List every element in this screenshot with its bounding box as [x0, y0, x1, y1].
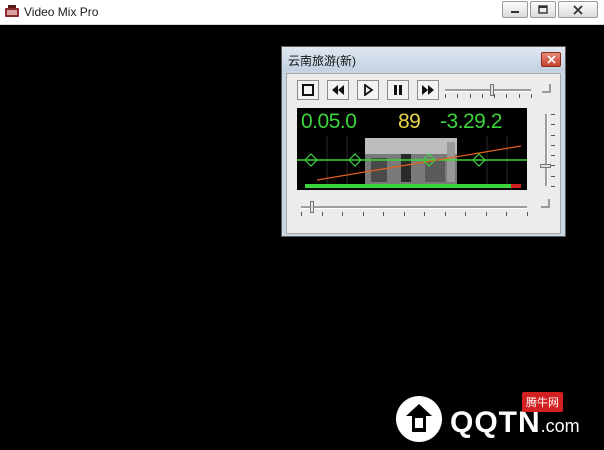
slider-tick	[362, 212, 364, 216]
waveform-timeline	[297, 136, 527, 188]
slider-tick	[481, 94, 483, 98]
slider-tick	[444, 212, 446, 216]
stop-button[interactable]	[297, 80, 319, 100]
slider-tick	[445, 94, 446, 98]
slider-tick	[465, 212, 467, 216]
slider-tick	[469, 94, 471, 98]
slider-tick	[551, 165, 555, 167]
pause-icon	[394, 85, 402, 95]
close-button[interactable]	[558, 1, 598, 18]
rewind-icon	[332, 85, 344, 95]
corner-grip-top	[542, 84, 551, 93]
minimize-button[interactable]	[502, 1, 528, 18]
slider-tick	[506, 212, 508, 216]
corner-grip-bottom	[541, 199, 550, 208]
slider-tick	[551, 114, 555, 115]
slider-tick	[457, 94, 459, 98]
minimize-icon	[511, 10, 519, 13]
play-button[interactable]	[357, 80, 379, 100]
player-body: 0.05.0 89 -3.29.2	[286, 73, 561, 234]
slider-tick	[301, 212, 302, 216]
watermark: QQTN.com 腾牛网	[384, 392, 594, 444]
slider-tick	[424, 212, 426, 216]
slider-tick	[527, 212, 528, 216]
watermark-suffix: .com	[540, 416, 580, 436]
play-icon	[364, 84, 374, 96]
bull-icon	[406, 404, 432, 432]
slider-tick	[551, 155, 555, 157]
title-bar: Video Mix Pro	[0, 0, 604, 25]
rewind-button[interactable]	[327, 80, 349, 100]
close-icon	[573, 4, 583, 15]
volume-track[interactable]	[445, 89, 531, 92]
slider-tick	[342, 212, 344, 216]
player-title-bar[interactable]: 云南旅游(新)	[282, 47, 565, 71]
position-track[interactable]	[301, 206, 527, 209]
window-controls	[502, 1, 598, 18]
stop-icon	[302, 84, 314, 96]
watermark-logo	[396, 396, 442, 442]
slider-tick	[551, 175, 555, 177]
slider-tick	[518, 94, 520, 98]
vertical-slider-thumb[interactable]	[540, 163, 551, 168]
slider-tick	[321, 212, 323, 216]
slider-tick	[551, 134, 555, 136]
player-title: 云南旅游(新)	[288, 54, 356, 68]
frame-counter: 89	[398, 110, 421, 133]
slider-tick	[506, 94, 508, 98]
position-slider-thumb[interactable]	[310, 201, 315, 213]
pause-button[interactable]	[387, 80, 409, 100]
slider-tick	[383, 212, 385, 216]
slider-tick	[551, 144, 555, 146]
slider-tick	[551, 186, 555, 187]
slider-tick	[403, 212, 405, 216]
slider-tick	[551, 124, 555, 126]
fast-forward-icon	[422, 85, 434, 95]
fast-forward-button[interactable]	[417, 80, 439, 100]
maximize-button[interactable]	[530, 1, 556, 18]
watermark-badge: 腾牛网	[522, 392, 563, 412]
elapsed-time: 0.05.0	[301, 110, 357, 133]
close-icon	[546, 55, 556, 64]
slider-tick	[485, 212, 487, 216]
remaining-time: -3.29.2	[440, 110, 502, 133]
player-panel: 云南旅游(新) 0.05.0 89 -3.29.2	[281, 46, 566, 237]
lcd-display: 0.05.0 89 -3.29.2	[297, 108, 527, 190]
slider-tick	[531, 94, 532, 98]
vertical-slider-track[interactable]	[545, 114, 548, 186]
player-close-button[interactable]	[541, 52, 561, 67]
app-icon	[5, 5, 19, 17]
window-title: Video Mix Pro	[24, 5, 99, 19]
slider-tick	[494, 94, 496, 98]
progress-bar-fill	[305, 184, 511, 188]
maximize-icon	[538, 5, 548, 14]
